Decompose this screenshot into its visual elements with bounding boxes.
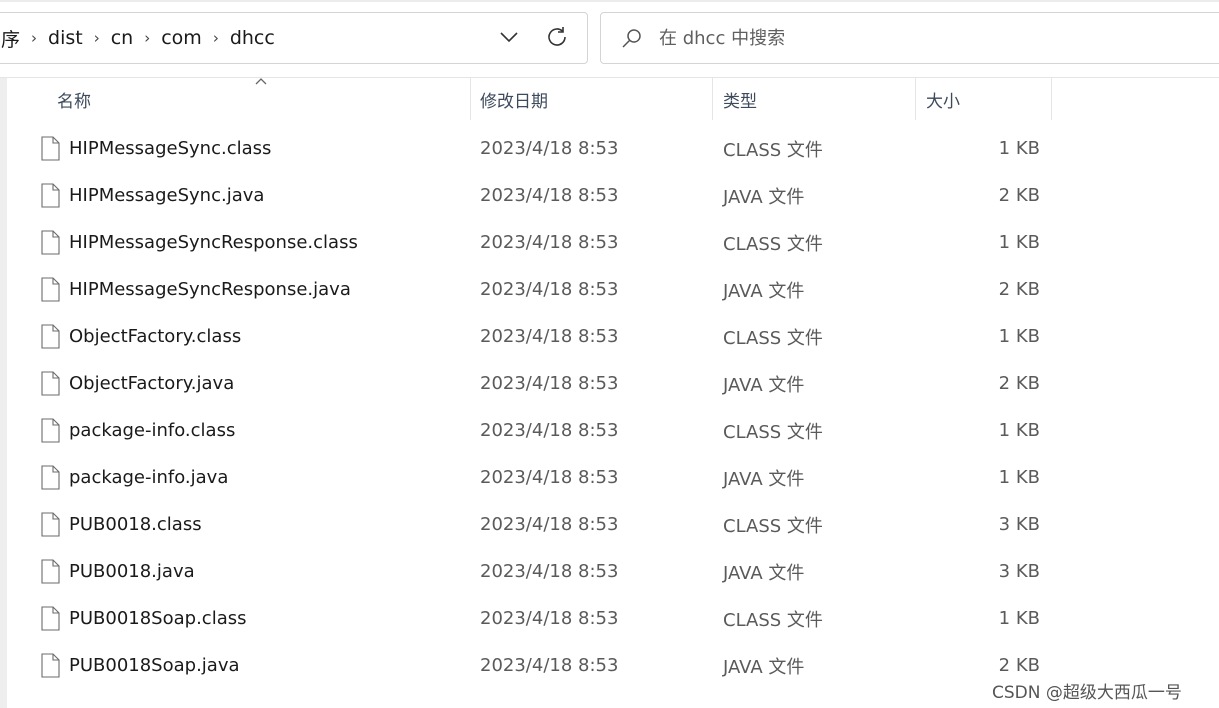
file-icon <box>41 606 60 631</box>
file-row[interactable]: HIPMessageSync.class 2023/4/18 8:53 CLASS … <box>7 125 1219 172</box>
watermark: CSDN @超级大西瓜一号 <box>992 683 1182 703</box>
file-icon <box>41 230 60 255</box>
refresh-icon[interactable] <box>544 24 570 50</box>
breadcrumb-item[interactable]: cn <box>105 27 140 49</box>
file-size: 3 KB <box>998 561 1040 582</box>
file-date: 2023/4/18 8:53 <box>480 373 619 394</box>
navigation-pane-edge <box>0 78 7 708</box>
file-type: CLASS 文件 <box>723 609 823 631</box>
file-name: PUB0018.class <box>69 514 202 535</box>
file-date: 2023/4/18 8:53 <box>480 326 619 347</box>
column-header-type[interactable]: 类型 <box>713 78 916 120</box>
file-row[interactable]: package-info.class 2023/4/18 8:53 CLASS 文件… <box>7 407 1219 454</box>
breadcrumb-item[interactable]: com <box>155 27 208 49</box>
file-type: JAVA 文件 <box>723 280 805 302</box>
file-row[interactable]: HIPMessageSyncResponse.java 2023/4/18 8:5… <box>7 266 1219 313</box>
file-icon <box>41 465 60 490</box>
file-icon <box>41 653 60 678</box>
file-name: PUB0018.java <box>69 561 195 582</box>
file-date: 2023/4/18 8:53 <box>480 138 619 159</box>
file-icon <box>41 559 60 584</box>
file-icon <box>41 324 60 349</box>
file-type: JAVA 文件 <box>723 186 805 208</box>
file-row[interactable]: ObjectFactory.class 2023/4/18 8:53 CLASS 文… <box>7 313 1219 360</box>
column-header-size[interactable]: 大小 <box>916 78 1052 120</box>
chevron-right-icon[interactable]: › <box>139 29 155 47</box>
file-date: 2023/4/18 8:53 <box>480 232 619 253</box>
file-name: package-info.class <box>69 420 236 441</box>
file-date: 2023/4/18 8:53 <box>480 514 619 535</box>
file-date: 2023/4/18 8:53 <box>480 279 619 300</box>
file-size: 3 KB <box>998 514 1040 535</box>
file-date: 2023/4/18 8:53 <box>480 185 619 206</box>
file-icon <box>41 183 60 208</box>
chevron-right-icon[interactable]: › <box>208 29 224 47</box>
file-row[interactable]: HIPMessageSync.java 2023/4/18 8:53 JAVA 文件… <box>7 172 1219 219</box>
file-icon <box>41 277 60 302</box>
file-type: CLASS 文件 <box>723 515 823 537</box>
chevron-right-icon[interactable]: › <box>26 29 42 47</box>
file-size: 1 KB <box>998 232 1040 253</box>
file-type: JAVA 文件 <box>723 374 805 396</box>
file-date: 2023/4/18 8:53 <box>480 655 619 676</box>
file-row[interactable]: package-info.java 2023/4/18 8:53 JAVA 文件 1 … <box>7 454 1219 501</box>
file-row[interactable]: PUB0018.class 2023/4/18 8:53 CLASS 文件 3 KB <box>7 501 1219 548</box>
chevron-down-icon[interactable] <box>497 25 521 49</box>
window-edge <box>0 0 1219 2</box>
file-size: 1 KB <box>998 138 1040 159</box>
file-row[interactable]: ObjectFactory.java 2023/4/18 8:53 JAVA 文件 2… <box>7 360 1219 407</box>
file-type: CLASS 文件 <box>723 233 823 255</box>
search-box[interactable] <box>600 12 1219 64</box>
file-type: CLASS 文件 <box>723 139 823 161</box>
file-name: HIPMessageSync.class <box>69 138 272 159</box>
file-date: 2023/4/18 8:53 <box>480 467 619 488</box>
file-row[interactable]: HIPMessageSyncResponse.class 2023/4/18 8:… <box>7 219 1219 266</box>
file-size: 1 KB <box>998 420 1040 441</box>
file-type: JAVA 文件 <box>723 656 805 678</box>
file-size: 2 KB <box>998 373 1040 394</box>
file-size: 1 KB <box>998 467 1040 488</box>
file-name: ObjectFactory.class <box>69 326 242 347</box>
file-icon <box>41 418 60 443</box>
breadcrumb-item[interactable]: dist <box>42 27 89 49</box>
file-name: PUB0018Soap.class <box>69 608 247 629</box>
search-input[interactable] <box>659 23 1159 53</box>
chevron-right-icon[interactable]: › <box>89 29 105 47</box>
file-size: 2 KB <box>998 279 1040 300</box>
file-row[interactable]: PUB0018.java 2023/4/18 8:53 JAVA 文件 3 KB <box>7 548 1219 595</box>
file-name: PUB0018Soap.java <box>69 655 240 676</box>
file-icon <box>41 512 60 537</box>
file-type: JAVA 文件 <box>723 468 805 490</box>
breadcrumb: 序 › dist › cn › com › dhcc <box>0 13 281 63</box>
search-icon <box>622 29 641 48</box>
file-date: 2023/4/18 8:53 <box>480 420 619 441</box>
breadcrumb-item[interactable]: 序 <box>0 25 26 52</box>
file-name: HIPMessageSyncResponse.class <box>69 232 358 253</box>
file-date: 2023/4/18 8:53 <box>480 561 619 582</box>
explorer-toolbar: 序 › dist › cn › com › dhcc <box>0 0 1219 78</box>
column-header: 名称 修改日期 类型 大小 <box>7 78 1219 120</box>
file-name: HIPMessageSyncResponse.java <box>69 279 351 300</box>
file-type: CLASS 文件 <box>723 327 823 349</box>
file-size: 1 KB <box>998 608 1040 629</box>
file-row[interactable]: PUB0018Soap.class 2023/4/18 8:53 CLASS 文件 1… <box>7 595 1219 642</box>
column-header-name[interactable]: 名称 <box>47 78 471 120</box>
address-bar[interactable]: 序 › dist › cn › com › dhcc <box>0 12 588 64</box>
file-size: 1 KB <box>998 326 1040 347</box>
file-name: ObjectFactory.java <box>69 373 235 394</box>
file-type: CLASS 文件 <box>723 421 823 443</box>
column-header-date[interactable]: 修改日期 <box>470 78 713 120</box>
file-icon <box>41 371 60 396</box>
file-size: 2 KB <box>998 185 1040 206</box>
file-name: package-info.java <box>69 467 229 488</box>
file-name: HIPMessageSync.java <box>69 185 265 206</box>
breadcrumb-item[interactable]: dhcc <box>224 27 281 49</box>
file-date: 2023/4/18 8:53 <box>480 608 619 629</box>
file-type: JAVA 文件 <box>723 562 805 584</box>
file-icon <box>41 136 60 161</box>
